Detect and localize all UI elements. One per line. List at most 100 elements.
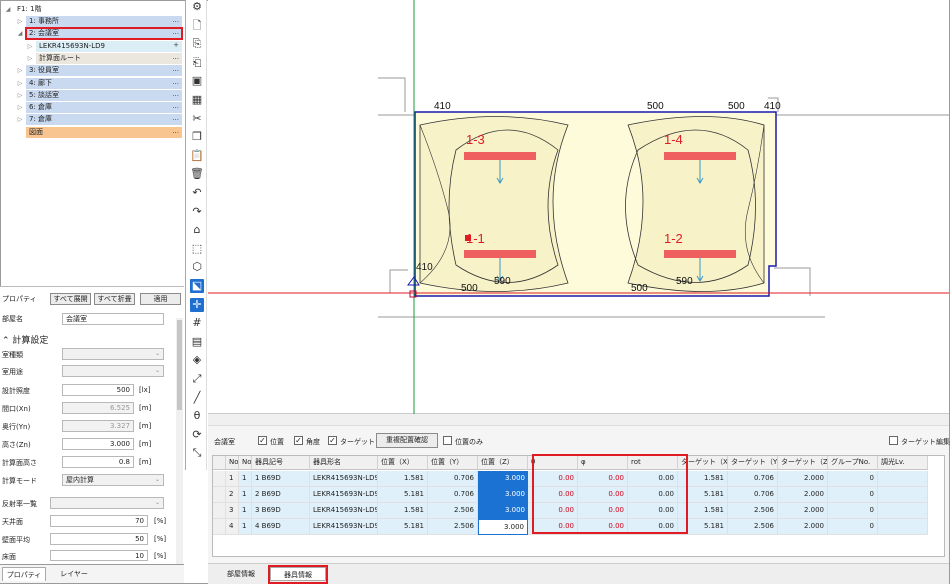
tab-properties[interactable]: プロパティ [2,567,46,581]
table-cell[interactable]: 3 [226,503,239,519]
table-cell[interactable]: 2.506 [428,519,478,535]
table-cell[interactable] [878,471,928,487]
table-header[interactable]: 位置（Y） [428,456,478,470]
table-cell[interactable]: 1 B69D [252,471,310,487]
luminaire-mark[interactable] [664,152,736,160]
dimension-icon[interactable]: ⤢ [190,372,204,386]
ceiling-field[interactable]: 70 [50,515,148,527]
paste-icon[interactable]: 📋 [190,149,204,163]
table-cell[interactable]: 2.000 [778,471,828,487]
copy-icon[interactable]: ❐ [190,130,204,144]
table-cell[interactable]: LEKR415693N-LD9 [310,487,378,503]
calc-height-field[interactable]: 0.8 [62,456,134,468]
panel-splitter[interactable] [208,414,949,426]
calc-section-heading[interactable]: ⌃ 計算設定 [2,333,48,346]
expand-arrow-icon[interactable]: ▷ [16,78,24,89]
position-checkbox[interactable]: ✓ [258,436,267,445]
table-cell[interactable]: 1 [239,487,252,503]
tree-item-menu-icon[interactable]: + [173,40,179,51]
table-cell[interactable]: 0 [828,471,878,487]
gear-icon[interactable]: ⚙ [190,0,204,14]
expand-arrow-icon[interactable]: ▷ [16,102,24,113]
table-cell[interactable]: 3.000 [478,503,528,519]
tree-root[interactable]: ◢ F1: 1階 [2,4,182,15]
wall-field[interactable]: 50 [50,533,148,545]
table-cell[interactable]: 0 [828,503,878,519]
floor-field[interactable]: 10 [50,550,148,561]
tree-item[interactable]: 図面... [26,126,182,138]
collapse-arrow-icon[interactable]: ◢ [4,4,12,15]
delete-icon[interactable]: 🗑 [190,167,204,181]
table-cell[interactable] [878,487,928,503]
overlap-check-button[interactable]: 重複配置確認 [376,433,438,448]
angle-checkbox[interactable]: ✓ [294,436,303,445]
apply-button[interactable]: 適用 [140,293,181,305]
calc-mode-select[interactable]: 屋内計算 ⌄ [62,474,164,486]
tree-item[interactable]: ▷ 7: 倉庫... [18,113,182,126]
redo-icon[interactable]: ↷ [190,205,204,219]
line-icon[interactable]: ╱ [190,391,204,405]
row-header[interactable] [213,503,226,519]
tree-item-menu-icon[interactable]: ... [172,113,179,124]
table-cell[interactable]: 4 B69D [252,519,310,535]
table-cell[interactable]: 0.706 [728,471,778,487]
building-icon[interactable]: ⌂ [190,223,204,237]
tree-item[interactable]: ▷ 6: 倉庫... [18,102,182,114]
room-name-field[interactable]: 会議室 [62,313,164,325]
tree-item[interactable]: ▷ 1: 事務所... [18,16,182,27]
table-cell[interactable]: 1.581 [378,503,428,519]
table-cell[interactable]: LEKR415693N-LD9 [310,471,378,487]
table-cell[interactable]: 2 [226,487,239,503]
table-cell[interactable]: 5.181 [378,519,428,535]
tree-item-menu-icon[interactable]: ... [172,27,179,38]
import-icon[interactable]: ⎘ [190,37,204,51]
collapse-all-button[interactable]: すべて折畳 [94,293,135,305]
drawing-canvas[interactable]: 1-3 1-4 1-1 1-2 410 500 500 410 410 500 590 500 590 [208,0,949,414]
save-icon[interactable]: ▣ [190,74,204,88]
move-icon[interactable]: ⤡ [190,446,204,460]
tab-layers[interactable]: レイヤー [52,567,96,581]
expand-arrow-icon[interactable]: ▷ [16,90,24,101]
tree-item[interactable]: ▷ LEKR415693N-LD9 + [28,40,182,52]
table-cell[interactable]: 2.000 [778,519,828,535]
table-header[interactable]: ターゲット（Y） [728,456,778,470]
table-cell[interactable]: 1 [239,471,252,487]
tree-item-menu-icon[interactable]: ... [172,52,179,63]
cube-icon[interactable]: ⬡ [190,260,204,274]
tree-item[interactable]: ▷ 計算面ルート... [28,52,182,64]
expand-arrow-icon[interactable]: ▷ [26,53,34,64]
save-as-icon[interactable]: ▦ [190,93,204,107]
rotate-icon[interactable]: ⟳ [190,428,204,442]
row-header[interactable] [213,519,226,535]
target-checkbox[interactable]: ✓ [328,436,337,445]
table-cell[interactable]: 3.000 [478,519,528,535]
table-cell[interactable] [878,519,928,535]
table-cell[interactable]: 3 B69D [252,503,310,519]
table-cell[interactable]: 1 [226,471,239,487]
luminaire-mark[interactable] [664,250,736,258]
table-cell[interactable]: 2.506 [428,503,478,519]
position-only-checkbox[interactable] [443,436,452,445]
tree-item-menu-icon[interactable]: ... [172,126,179,137]
table-cell[interactable]: 2.506 [728,503,778,519]
room-type-select[interactable]: ⌄ [62,348,164,360]
table-cell[interactable]: 2.506 [728,519,778,535]
table-header[interactable]: 器具形名 [310,456,378,470]
table-cell[interactable]: 4 [226,519,239,535]
tree-item-menu-icon[interactable]: ... [172,77,179,88]
table-cell[interactable]: 0 [828,487,878,503]
luminaire-mark[interactable] [464,250,536,258]
table-cell[interactable]: 1 [239,519,252,535]
table-cell[interactable]: 3.000 [478,471,528,487]
floor-plan-drawing[interactable]: 1-3 1-41-1 1-2 410 500 500 410410500590500590 [208,0,949,414]
table-cell[interactable]: 2.000 [778,487,828,503]
table-cell[interactable]: 2 B69D [252,487,310,503]
undo-icon[interactable]: ↶ [190,186,204,200]
export-icon[interactable]: ⎗ [190,56,204,70]
tree-item[interactable]: ▷ 4: 廊下... [18,77,182,89]
table-cell[interactable]: LEKR415693N-LD9 [310,519,378,535]
reflectance-select[interactable]: ⌄ [50,497,164,509]
table-header[interactable]: グループNo. [828,456,878,470]
table-header[interactable]: No [226,456,239,470]
layers-icon[interactable]: ◈ [190,353,204,367]
